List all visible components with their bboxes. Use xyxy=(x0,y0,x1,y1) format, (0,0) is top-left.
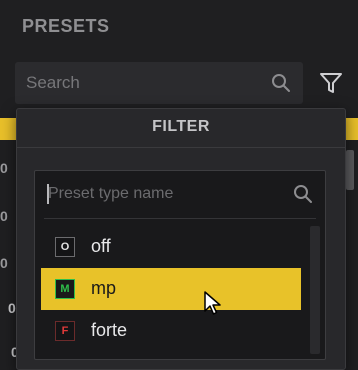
option-label: mp xyxy=(91,278,117,298)
panel-title: PRESETS xyxy=(22,16,110,36)
selected-row-highlight xyxy=(0,118,16,140)
type-badge: F xyxy=(55,321,75,341)
list-scrollbar[interactable] xyxy=(346,150,354,190)
selected-row-highlight-right xyxy=(344,118,358,140)
option-mp[interactable]: M mp xyxy=(41,268,301,310)
filter-title: FILTER xyxy=(152,118,210,135)
search-icon[interactable] xyxy=(270,72,292,94)
option-off[interactable]: O off xyxy=(41,226,301,268)
search-placeholder: Search xyxy=(26,73,80,92)
dropdown-scrollbar[interactable] xyxy=(310,226,320,354)
list-item[interactable]: 0 xyxy=(0,160,8,176)
list-item[interactable]: 0 xyxy=(0,208,8,224)
option-label: forte xyxy=(91,320,128,340)
type-badge: M xyxy=(55,279,75,299)
option-label: off xyxy=(91,236,111,256)
search-icon[interactable] xyxy=(292,183,314,205)
divider xyxy=(16,147,346,148)
filter-icon[interactable] xyxy=(318,70,344,96)
type-badge: O xyxy=(55,237,75,257)
option-forte[interactable]: F forte xyxy=(41,310,301,352)
preset-type-input[interactable]: Preset type name xyxy=(44,180,284,208)
list-item[interactable]: 0 xyxy=(0,255,8,271)
mouse-cursor-icon xyxy=(204,291,221,315)
divider xyxy=(44,218,316,219)
text-caret xyxy=(47,184,49,204)
